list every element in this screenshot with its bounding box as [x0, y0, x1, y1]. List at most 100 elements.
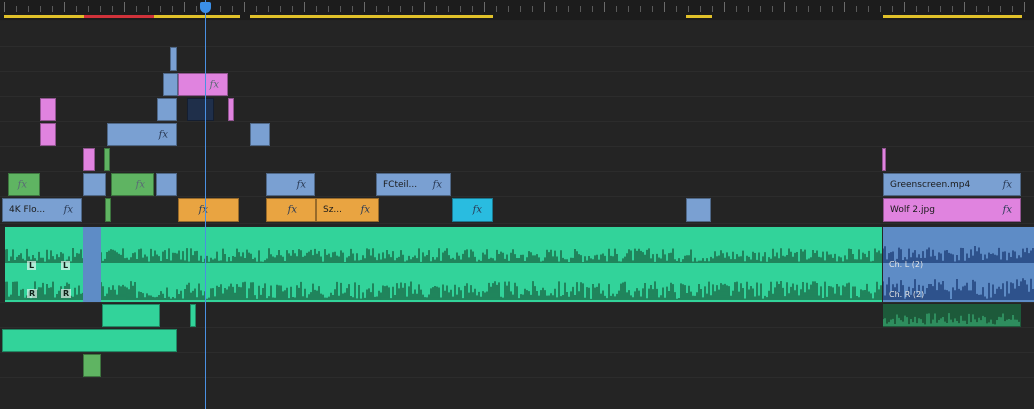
- ruler-tick: [676, 6, 677, 12]
- playhead-line[interactable]: [205, 0, 206, 409]
- video-clip-pink[interactable]: [228, 98, 234, 121]
- ruler-tick: [928, 6, 929, 12]
- channel-right-label: R: [27, 289, 38, 298]
- render-bar: [84, 15, 118, 18]
- fx-badge-icon: fx: [432, 179, 442, 190]
- video-clip-pink[interactable]: [83, 148, 95, 171]
- clip-name: Sz...: [323, 205, 343, 215]
- ruler-tick: [184, 2, 185, 12]
- video-clip[interactable]: [157, 98, 177, 121]
- ruler-tick: [280, 6, 281, 12]
- timeline-panel[interactable]: fx fx fx fx fx FCteil... fx Greenscreen.…: [0, 0, 1034, 409]
- video-clip[interactable]: fx: [107, 123, 177, 146]
- video-clip[interactable]: [83, 173, 106, 196]
- video-track-6[interactable]: [0, 72, 1034, 97]
- ruler-tick: [352, 6, 353, 12]
- video-track-1[interactable]: [0, 197, 1034, 224]
- ruler-tick: [592, 6, 593, 12]
- ruler-tick: [40, 6, 41, 12]
- video-clip-green[interactable]: [104, 148, 110, 171]
- video-track-7[interactable]: [0, 47, 1034, 72]
- ruler-tick: [460, 6, 461, 12]
- video-clip-pink[interactable]: fx: [178, 73, 228, 96]
- playhead-marker-icon[interactable]: [200, 2, 211, 13]
- ruler-tick: [700, 6, 701, 12]
- render-bar: [154, 15, 240, 18]
- channel-left-label: L: [27, 261, 37, 270]
- video-clip-fcteil[interactable]: FCteil... fx: [376, 173, 451, 196]
- video-clip-pink[interactable]: [40, 123, 56, 146]
- ruler-tick: [964, 2, 965, 12]
- ruler-tick: [256, 6, 257, 12]
- ruler-tick: [520, 6, 521, 12]
- ruler-tick: [556, 6, 557, 12]
- ruler-tick: [112, 6, 113, 12]
- audio-track-5[interactable]: [0, 378, 1034, 409]
- ruler-tick: [220, 6, 221, 12]
- audio-waveform: [883, 313, 1020, 326]
- video-clip-orange[interactable]: fx: [178, 198, 239, 222]
- video-track-5[interactable]: [0, 97, 1034, 122]
- video-clip-green[interactable]: fx: [111, 173, 154, 196]
- fx-badge-icon: fx: [158, 129, 168, 140]
- ruler-tick: [292, 6, 293, 12]
- clip-name: Greenscreen.mp4: [890, 179, 971, 190]
- ruler-tick: [832, 6, 833, 12]
- audio-clip-dark[interactable]: [883, 304, 1021, 327]
- ruler-tick: [532, 6, 533, 12]
- audio-clip[interactable]: [190, 304, 196, 327]
- video-track-3[interactable]: [0, 147, 1034, 172]
- ruler-tick: [400, 6, 401, 12]
- ruler-tick: [856, 6, 857, 12]
- audio-clip[interactable]: [83, 354, 101, 377]
- time-ruler[interactable]: [0, 0, 1034, 20]
- ruler-tick: [784, 2, 785, 12]
- clip-name: FCteil...: [383, 179, 418, 190]
- video-clip-4k-flo[interactable]: 4K Flo... fx: [2, 198, 82, 222]
- audio-clip-main[interactable]: [5, 227, 882, 302]
- video-clip-pink[interactable]: [40, 98, 56, 121]
- ruler-tick: [28, 6, 29, 12]
- ruler-tick: [328, 6, 329, 12]
- video-clip-wolf[interactable]: Wolf 2.jpg fx: [883, 198, 1021, 222]
- ruler-tick: [760, 6, 761, 12]
- ruler-tick: [796, 6, 797, 12]
- audio-clip[interactable]: [2, 329, 177, 352]
- audio-track-4[interactable]: [0, 353, 1034, 378]
- ruler-tick: [412, 6, 413, 12]
- audio-clip[interactable]: [83, 227, 101, 302]
- fx-badge-icon: fx: [17, 179, 27, 190]
- fx-badge-icon: fx: [209, 79, 219, 90]
- ruler-tick: [724, 2, 725, 12]
- video-clip-orange[interactable]: fx: [266, 198, 316, 222]
- video-clip-sz[interactable]: Sz... fx: [316, 198, 379, 222]
- ruler-tick: [76, 6, 77, 12]
- ruler-tick: [472, 6, 473, 12]
- audio-clip[interactable]: [102, 304, 160, 327]
- video-clip-green[interactable]: fx: [8, 173, 40, 196]
- ruler-tick: [868, 6, 869, 12]
- video-clip[interactable]: [170, 47, 177, 71]
- ruler-tick: [304, 2, 305, 12]
- ruler-tick: [484, 2, 485, 12]
- ruler-tick: [268, 6, 269, 12]
- fx-badge-icon: fx: [63, 204, 73, 216]
- video-track-8[interactable]: [0, 21, 1034, 47]
- ruler-tick: [496, 6, 497, 12]
- video-clip-pink[interactable]: [882, 148, 886, 171]
- video-clip[interactable]: [686, 198, 711, 222]
- video-clip-green[interactable]: [105, 198, 111, 222]
- ruler-tick: [544, 2, 545, 12]
- video-clip-cyan[interactable]: fx: [452, 198, 493, 222]
- video-clip[interactable]: fx: [266, 173, 315, 196]
- video-clip-selected[interactable]: [187, 98, 214, 121]
- video-clip[interactable]: [250, 123, 270, 146]
- clip-name: 4K Flo...: [9, 205, 46, 215]
- ruler-tick: [904, 2, 905, 12]
- video-clip[interactable]: [163, 73, 178, 96]
- video-clip[interactable]: [156, 173, 177, 196]
- ruler-tick: [976, 6, 977, 12]
- ruler-tick: [568, 6, 569, 12]
- ruler-tick: [232, 6, 233, 12]
- video-clip-greenscreen[interactable]: Greenscreen.mp4 fx: [883, 173, 1021, 196]
